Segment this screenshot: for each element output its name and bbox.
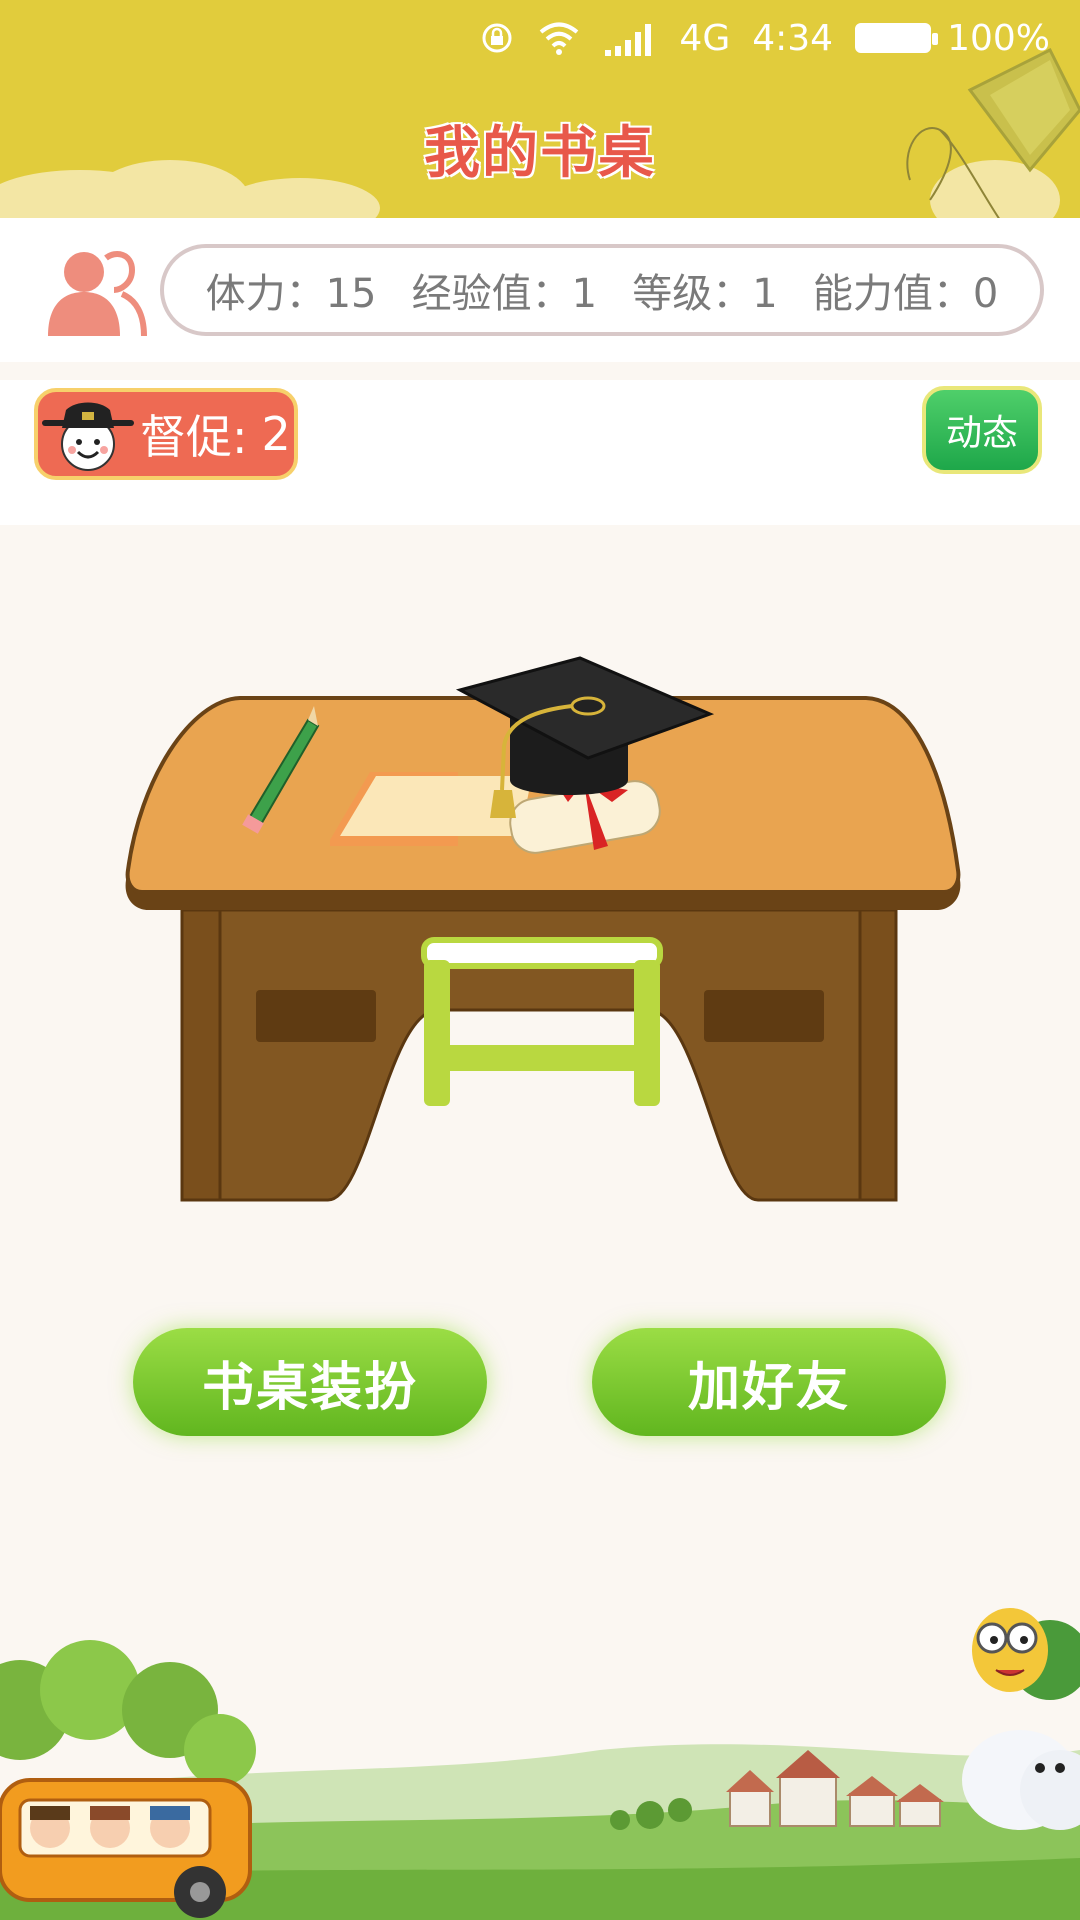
add-friend-button[interactable]: 加好友	[592, 1328, 946, 1436]
status-bar: 4G 4:34 100%	[479, 14, 1050, 62]
experience-stat: 经验值：1	[411, 271, 598, 317]
friends-icon[interactable]	[42, 240, 148, 340]
stats-row: 体力：15 经验值：1 等级：1 能力值：0	[0, 218, 1080, 362]
clock: 4:34	[752, 17, 834, 59]
landscape-illustration	[0, 1608, 1080, 1920]
wifi-icon	[537, 20, 581, 56]
header: 4G 4:34 100% 我的书桌	[0, 0, 1080, 218]
battery-icon	[855, 23, 939, 53]
official-hat-face-icon	[42, 402, 134, 471]
signal-icon	[603, 20, 657, 56]
urge-label: 督促:	[140, 410, 248, 464]
battery-percent: 100%	[947, 17, 1050, 59]
page-title: 我的书桌	[424, 121, 656, 186]
dress-desk-button[interactable]: 书桌装扮	[133, 1328, 487, 1436]
rotation-lock-icon	[479, 20, 515, 56]
stamina-stat: 体力：15	[205, 271, 377, 317]
ability-stat: 能力值：0	[812, 271, 999, 317]
stats-panel: 体力：15 经验值：1 等级：1 能力值：0	[160, 244, 1044, 336]
network-type: 4G	[679, 17, 731, 59]
school-bus-icon	[0, 1778, 252, 1918]
desk-illustration[interactable]	[108, 650, 978, 1230]
battery-indicator: 100%	[855, 18, 1050, 59]
dynamic-button[interactable]: 动态	[922, 386, 1042, 474]
action-row: 督促: 2 动态	[0, 380, 1080, 525]
turtle-mascot-icon	[962, 1608, 1080, 1830]
urge-badge[interactable]: 督促: 2	[34, 388, 298, 480]
level-stat: 等级：1	[632, 271, 778, 317]
urge-count: 2	[261, 407, 291, 461]
